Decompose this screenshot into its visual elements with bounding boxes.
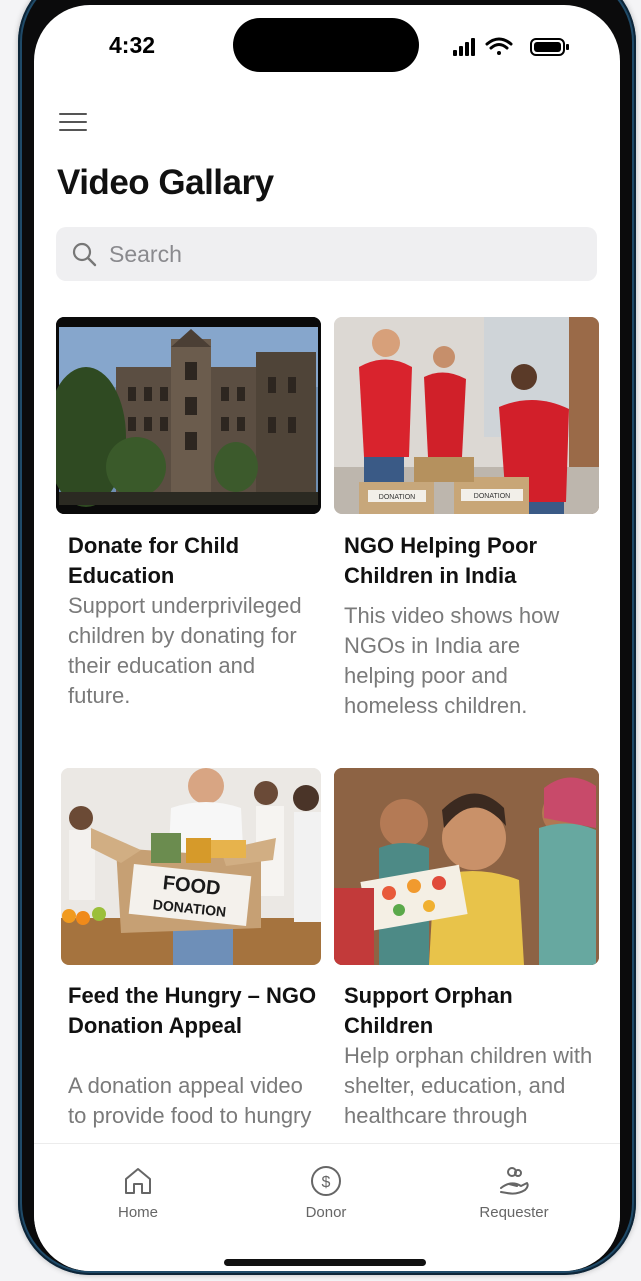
home-indicator[interactable] <box>224 1259 426 1266</box>
video-card[interactable]: DONATION DONATION NGO Helping Poor Child… <box>334 317 599 747</box>
video-grid: Video Gallary Search Donate for Child Ed… <box>34 5 620 1145</box>
video-title: Donate for Child Education <box>68 533 240 588</box>
nav-donor[interactable]: $ Donor <box>266 1164 386 1221</box>
building-thumbnail-image <box>56 317 321 514</box>
dollar-circle-icon: $ <box>311 1166 341 1196</box>
app-screen: 4:32 Video Gallary Search Donate for Chi… <box>34 5 620 1271</box>
svg-text:$: $ <box>322 1174 331 1191</box>
nav-home[interactable]: Home <box>78 1164 198 1221</box>
donation-box-label: DONATION <box>474 493 510 500</box>
video-card[interactable]: Donate for Child Education Support under… <box>56 317 321 747</box>
nav-home-label: Home <box>117 1204 158 1221</box>
video-description: Help orphan children with shelter, educa… <box>344 1043 593 1128</box>
page-title: Video Gallary <box>57 163 274 202</box>
bottom-navigation: Home $ Donor Requester <box>34 1143 620 1271</box>
video-card[interactable]: FOOD DONATION Feed the Hungry – NGO Dona… <box>61 768 326 1145</box>
search-icon <box>72 242 97 267</box>
nav-donor-label: Donor <box>305 1204 347 1221</box>
hand-heart-icon <box>500 1167 529 1195</box>
donation-box-label: DONATION <box>379 494 415 501</box>
video-thumbnail[interactable] <box>56 317 321 514</box>
video-card[interactable]: Support Orphan Children Help orphan chil… <box>334 768 599 1145</box>
video-title: Support Orphan Children <box>344 983 513 1038</box>
nav-requester-label: Requester <box>479 1204 549 1221</box>
video-title: Feed the Hungry – NGO Donation Appeal <box>68 983 317 1038</box>
search-bar[interactable] <box>56 227 597 281</box>
home-icon <box>125 1168 151 1194</box>
video-description: A donation appeal video to provide food … <box>68 1073 312 1128</box>
video-description: Support underprivileged children by dona… <box>68 593 302 708</box>
orphan-children-thumbnail-image <box>334 768 599 965</box>
food-donation-thumbnail-image: FOOD DONATION <box>61 768 321 965</box>
nav-requester[interactable]: Requester <box>454 1164 574 1221</box>
hamburger-menu-icon[interactable] <box>59 110 89 136</box>
volunteers-thumbnail-image: DONATION DONATION <box>334 317 599 514</box>
search-input[interactable] <box>107 239 551 269</box>
video-thumbnail[interactable]: FOOD DONATION <box>61 768 321 965</box>
video-thumbnail[interactable] <box>334 768 599 965</box>
video-title: NGO Helping Poor Children in India <box>344 533 538 588</box>
video-thumbnail[interactable]: DONATION DONATION <box>334 317 599 514</box>
video-description: This video shows how NGOs in India are h… <box>344 603 560 718</box>
